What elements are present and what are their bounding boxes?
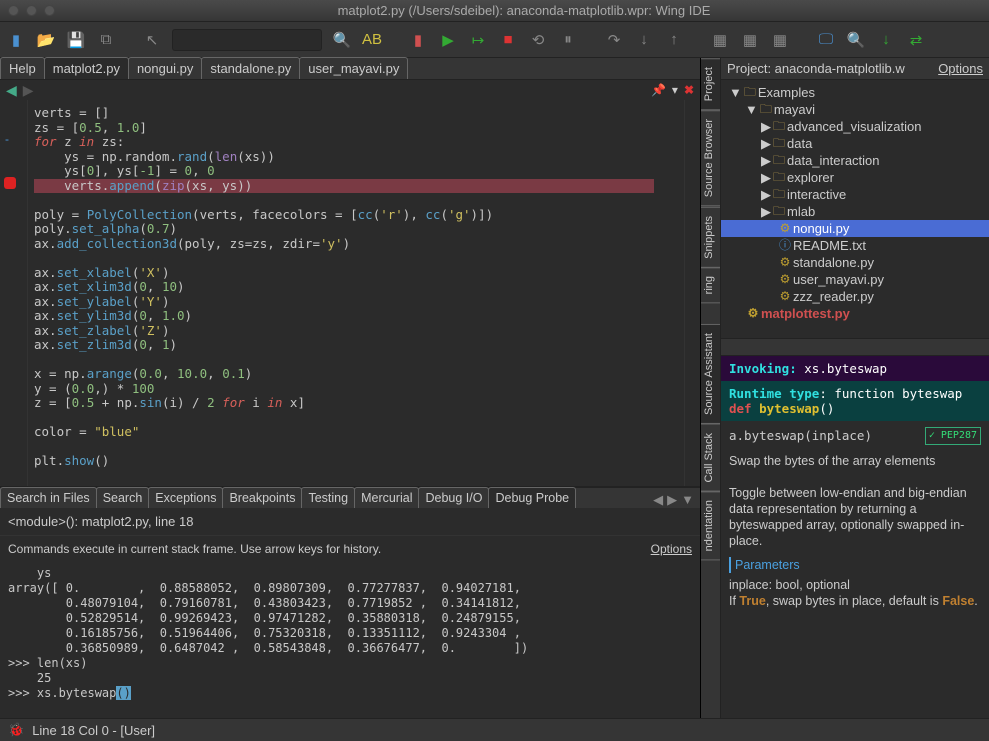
nav-fwd-icon[interactable]: ▶ bbox=[23, 82, 34, 99]
pause-icon[interactable]: ⏸ bbox=[558, 30, 578, 50]
status-text: Line 18 Col 0 - [User] bbox=[32, 723, 155, 738]
new-doc-icon[interactable]: ▮ bbox=[408, 30, 428, 50]
vtab-source-assistant[interactable]: Source Assistant bbox=[701, 324, 720, 424]
vtab-call-stack[interactable]: Call Stack bbox=[701, 424, 720, 492]
tab-user-mayavi[interactable]: user_mayavi.py bbox=[299, 57, 408, 79]
debug-location[interactable]: <module>(): matplot2.py, line 18 bbox=[0, 508, 700, 536]
menu-icon[interactable]: ▾ bbox=[672, 83, 678, 97]
tree-node-folder[interactable]: ▶ 🗀 data_interaction bbox=[721, 152, 989, 169]
vtab-ring[interactable]: ring bbox=[701, 267, 720, 303]
tree-node-folder[interactable]: ▶ 🗀 interactive bbox=[721, 186, 989, 203]
vtab-indentation[interactable]: ndentation bbox=[701, 491, 720, 560]
save-icon[interactable]: 💾 bbox=[66, 30, 86, 50]
vtab-snippets[interactable]: Snippets bbox=[701, 207, 720, 268]
restart-icon[interactable]: ⟲ bbox=[528, 30, 548, 50]
project-title: Project: anaconda-matplotlib.w bbox=[727, 61, 905, 76]
download-icon[interactable]: ↓ bbox=[876, 30, 896, 50]
tabs-left-icon[interactable]: ◀ bbox=[653, 492, 663, 508]
tab-help[interactable]: Help bbox=[0, 57, 45, 79]
debug-hint: Commands execute in current stack frame.… bbox=[8, 542, 381, 556]
titlebar: matplot2.py (/Users/sdeibel): anaconda-m… bbox=[0, 0, 989, 22]
vtab-source-browser[interactable]: Source Browser bbox=[701, 110, 720, 206]
editor-gutter[interactable]: - bbox=[0, 100, 28, 486]
file-tabs: Help matplot2.py nongui.py standalone.py… bbox=[0, 58, 700, 80]
step-over-icon[interactable]: ↷ bbox=[604, 30, 624, 50]
debug-probe-panel: <module>(): matplot2.py, line 18 Command… bbox=[0, 508, 700, 718]
tree-node-mayavi[interactable]: ▼ 🗀 mayavi bbox=[721, 101, 989, 118]
tree-node-readme[interactable]: ⓘ README.txt bbox=[721, 237, 989, 254]
search-input[interactable] bbox=[172, 29, 322, 51]
tab-matplot2[interactable]: matplot2.py bbox=[44, 57, 129, 79]
tree-node-folder[interactable]: ▶ 🗀 explorer bbox=[721, 169, 989, 186]
debug-run-icon[interactable]: ↦ bbox=[468, 30, 488, 50]
step-out-icon[interactable]: ↑ bbox=[664, 30, 684, 50]
tree-node-examples[interactable]: ▼ 🗀 Examples bbox=[721, 84, 989, 101]
pointer-icon[interactable]: ↖ bbox=[142, 30, 162, 50]
vtab-project[interactable]: Project bbox=[701, 58, 720, 110]
debug-console[interactable]: ys array([ 0. , 0.88588052, 0.89807309, … bbox=[0, 566, 700, 718]
tabs-right-icon[interactable]: ▶ bbox=[667, 492, 677, 508]
panel-divider[interactable] bbox=[721, 338, 989, 356]
project-tree[interactable]: ▼ 🗀 Examples ▼ 🗀 mayavi ▶ 🗀 advanced_vis… bbox=[721, 80, 989, 338]
bottom-tabs: Search in Files Search Exceptions Breakp… bbox=[0, 486, 700, 508]
open-folder-icon[interactable]: 📂 bbox=[36, 30, 56, 50]
code-editor[interactable]: - verts = [] zs = [0.5, 1.0] for z in zs… bbox=[0, 100, 700, 486]
project-options-link[interactable]: Options bbox=[938, 61, 983, 76]
tab-mercurial[interactable]: Mercurial bbox=[354, 487, 419, 508]
editor-navbar: ◀ ▶ 📌 ▾ ✖ bbox=[0, 80, 700, 100]
pep287-badge: ✓ PEP287 bbox=[925, 427, 981, 445]
tree-node-folder[interactable]: ▶ 🗀 advanced_visualization bbox=[721, 118, 989, 135]
run-icon[interactable]: ▶ bbox=[438, 30, 458, 50]
tab-nongui[interactable]: nongui.py bbox=[128, 57, 202, 79]
nav-back-icon[interactable]: ◀ bbox=[6, 82, 17, 99]
editor-scrollbar[interactable] bbox=[684, 100, 700, 486]
tab-standalone[interactable]: standalone.py bbox=[201, 57, 300, 79]
pin-icon[interactable]: 📌 bbox=[651, 83, 666, 97]
monitor-icon[interactable]: 🖵 bbox=[816, 30, 836, 50]
project-header: Project: anaconda-matplotlib.w Options bbox=[721, 58, 989, 80]
tab-debug-io[interactable]: Debug I/O bbox=[418, 487, 489, 508]
stop-icon[interactable]: ■ bbox=[498, 30, 518, 50]
search-icon[interactable]: 🔍 bbox=[332, 30, 352, 50]
statusbar: 🐞 Line 18 Col 0 - [User] bbox=[0, 718, 989, 741]
save-all-icon[interactable]: ⧉ bbox=[96, 30, 116, 50]
right-vertical-tabs-top: Project Source Browser Snippets ring Sou… bbox=[701, 58, 721, 718]
assist-invoking: Invoking: xs.byteswap bbox=[721, 356, 989, 381]
panel3-icon[interactable]: ▦ bbox=[770, 30, 790, 50]
tab-breakpoints[interactable]: Breakpoints bbox=[222, 487, 302, 508]
tree-node-nongui[interactable]: ⚙ nongui.py bbox=[721, 220, 989, 237]
find-icon[interactable]: 🔍 bbox=[846, 30, 866, 50]
source-assistant: Invoking: xs.byteswap Runtime type: func… bbox=[721, 356, 989, 718]
window-title: matplot2.py (/Users/sdeibel): anaconda-m… bbox=[67, 3, 981, 18]
tab-search[interactable]: Search bbox=[96, 487, 150, 508]
tree-node-folder[interactable]: ▶ 🗀 mlab bbox=[721, 203, 989, 220]
tree-node-user-mayavi[interactable]: ⚙ user_mayavi.py bbox=[721, 271, 989, 288]
assist-body: a.byteswap(inplace)✓ PEP287 Swap the byt… bbox=[721, 421, 989, 615]
window-controls[interactable] bbox=[8, 5, 55, 16]
tree-node-matplottest[interactable]: ⚙ matplottest.py bbox=[721, 305, 989, 322]
assist-runtime-type: Runtime type: function byteswapdef bytes… bbox=[721, 381, 989, 421]
tab-search-files[interactable]: Search in Files bbox=[0, 487, 97, 508]
new-file-icon[interactable]: ▮ bbox=[6, 30, 26, 50]
panel2-icon[interactable]: ▦ bbox=[740, 30, 760, 50]
tab-exceptions[interactable]: Exceptions bbox=[148, 487, 223, 508]
replace-icon[interactable]: AB bbox=[362, 30, 382, 50]
tabs-menu-icon[interactable]: ▼ bbox=[681, 492, 694, 508]
tree-node-folder[interactable]: ▶ 🗀 data bbox=[721, 135, 989, 152]
close-icon[interactable]: ✖ bbox=[684, 83, 694, 97]
breakpoint-icon[interactable] bbox=[4, 177, 16, 189]
panel1-icon[interactable]: ▦ bbox=[710, 30, 730, 50]
tree-node-zzz-reader[interactable]: ⚙ zzz_reader.py bbox=[721, 288, 989, 305]
sync-icon[interactable]: ⇄ bbox=[906, 30, 926, 50]
tree-node-standalone[interactable]: ⚙ standalone.py bbox=[721, 254, 989, 271]
tab-testing[interactable]: Testing bbox=[301, 487, 355, 508]
step-into-icon[interactable]: ↓ bbox=[634, 30, 654, 50]
bug-icon[interactable]: 🐞 bbox=[8, 722, 24, 738]
code-content[interactable]: verts = [] zs = [0.5, 1.0] for z in zs: … bbox=[28, 100, 684, 486]
main-toolbar: ▮ 📂 💾 ⧉ ↖ 🔍 AB ▮ ▶ ↦ ■ ⟲ ⏸ ↷ ↓ ↑ ▦ ▦ ▦ 🖵… bbox=[0, 22, 989, 58]
debug-options-link[interactable]: Options bbox=[651, 542, 692, 556]
tab-debug-probe[interactable]: Debug Probe bbox=[488, 487, 576, 508]
